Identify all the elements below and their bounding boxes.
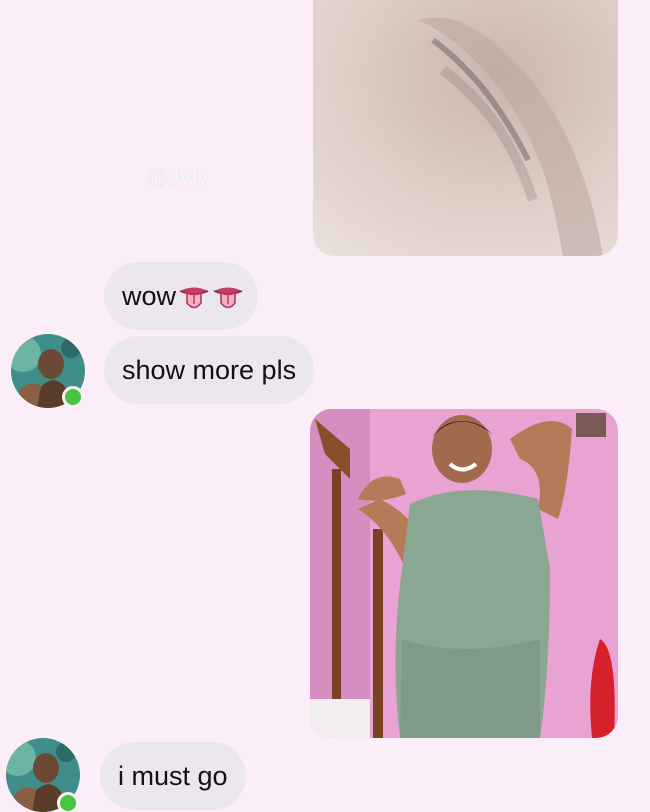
photo-skin-closeup xyxy=(313,0,618,256)
tongue-out-mouth-icon xyxy=(212,284,244,312)
message-text: i must go xyxy=(118,761,228,791)
message-bubble-show-more[interactable]: show more pls xyxy=(104,336,315,404)
online-status-dot xyxy=(62,386,84,408)
message-bubble-must-go[interactable]: i must go xyxy=(100,742,246,810)
message-text: wow xyxy=(122,281,177,311)
chat-screen: @JvD wow show more pls i must go xyxy=(0,0,650,812)
photo-person-room xyxy=(310,409,618,738)
image-message-2[interactable] xyxy=(310,409,618,738)
watermark: @JvD xyxy=(146,165,208,190)
message-text: show more pls xyxy=(122,355,297,385)
tongue-out-mouth-icon xyxy=(178,284,210,312)
message-bubble-wow[interactable]: wow xyxy=(104,262,259,330)
image-message-1[interactable] xyxy=(313,0,618,256)
online-status-dot xyxy=(57,792,79,812)
